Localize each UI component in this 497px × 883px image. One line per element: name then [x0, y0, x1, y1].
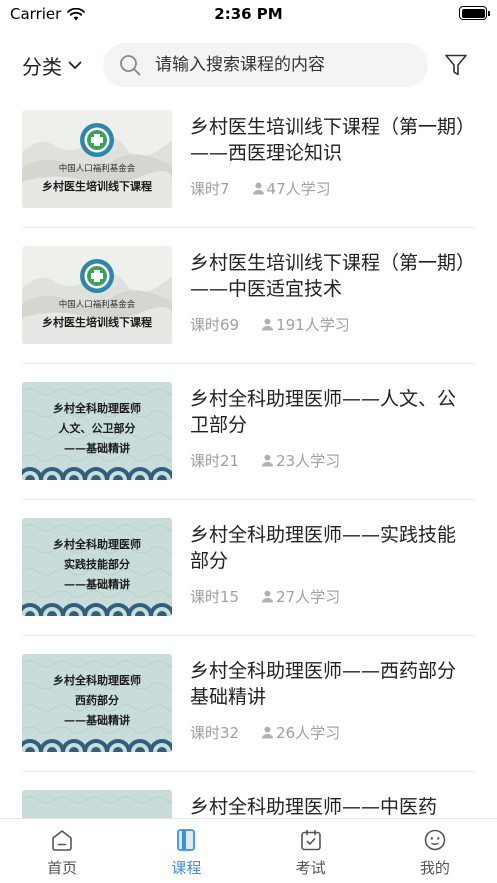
course-item[interactable]: 乡村全科助理医师——中医药 [22, 772, 475, 818]
course-thumbnail [22, 790, 172, 818]
tab-courses[interactable]: 课程 [124, 819, 248, 883]
chevron-down-icon [68, 61, 82, 69]
learner-count: 191人学习 [276, 316, 350, 334]
thumbnail-line2: 西药部分 [75, 693, 119, 707]
course-item[interactable]: 乡村全科助理医师 人文、公卫部分 ——基础精讲 乡村全科助理医师——人文、公卫部分 … [22, 364, 475, 500]
status-bar: Carrier 2:36 PM [0, 0, 497, 28]
thumbnail-line2: 人文、公卫部分 [59, 421, 136, 435]
course-thumbnail: 中国人口福利基金会乡村医生培训线下课程 [22, 246, 172, 344]
lesson-count: 课时21 [190, 452, 240, 470]
lesson-count: 课时32 [190, 724, 240, 742]
tab-home[interactable]: 首页 [0, 819, 124, 883]
course-thumbnail: 乡村全科助理医师 西药部分 ——基础精讲 [22, 654, 172, 752]
person-icon [262, 454, 274, 467]
thumbnail-line2: 乡村医生培训线下课程 [42, 315, 152, 329]
exam-calendar-icon [300, 829, 321, 851]
tab-label: 首页 [47, 859, 78, 877]
course-item[interactable]: 中国人口福利基金会乡村医生培训线下课程 乡村医生培训线下课程（第一期）——西医理… [22, 92, 475, 228]
course-item[interactable]: 乡村全科助理医师 实践技能部分 ——基础精讲 乡村全科助理医师——实践技能部分 课时… [22, 500, 475, 636]
course-meta: 课时69 191人学习 [190, 314, 350, 335]
learner-count: 47人学习 [266, 180, 331, 198]
person-icon [262, 318, 274, 331]
course-meta: 课时21 23人学习 [190, 450, 340, 471]
category-dropdown-button[interactable]: 分类 [22, 51, 82, 80]
category-label: 分类 [22, 55, 62, 79]
course-item[interactable]: 乡村全科助理医师 西药部分 ——基础精讲 乡村全科助理医师——西药部分基础精讲 课时… [22, 636, 475, 772]
thumbnail-line2: 实践技能部分 [64, 557, 130, 571]
course-title: 乡村医生培训线下课程（第一期）——中医适宜技术 [190, 252, 466, 300]
search-box[interactable] [103, 43, 428, 87]
course-item[interactable]: 中国人口福利基金会乡村医生培训线下课程 乡村医生培训线下课程（第一期）——中医适… [22, 228, 475, 364]
person-icon [262, 590, 274, 603]
learner-count: 23人学习 [276, 452, 341, 470]
course-meta: 课时15 27人学习 [190, 586, 340, 607]
course-title: 乡村全科助理医师——中医药 [190, 796, 438, 818]
search-icon [120, 55, 141, 76]
thumbnail-line3: ——基础精讲 [64, 713, 130, 727]
header: 分类 [0, 42, 497, 88]
course-list: 中国人口福利基金会 乡村医生培训线下课程 乡村医生培训线下课程（第一期）——西医理… [0, 92, 497, 818]
tab-bar: 首页 课程 考试 我的 [0, 818, 497, 883]
course-meta: 课时7 47人学习 [190, 178, 331, 199]
person-icon [252, 182, 264, 195]
course-thumbnail: 乡村全科助理医师 人文、公卫部分 ——基础精讲 [22, 382, 172, 480]
tab-label: 课程 [171, 859, 202, 877]
learner-count: 26人学习 [276, 724, 341, 742]
course-book-icon [177, 829, 196, 851]
course-title: 乡村全科助理医师——人文、公卫部分 [190, 388, 457, 436]
course-title: 乡村全科助理医师——西药部分基础精讲 [190, 660, 457, 708]
thumbnail-line3: ——基础精讲 [64, 441, 130, 455]
person-icon [262, 726, 274, 739]
lesson-count: 课时15 [190, 588, 240, 606]
home-icon [52, 830, 72, 851]
course-thumbnail: 中国人口福利基金会乡村医生培训线下课程 [22, 110, 172, 208]
thumbnail-line1: 乡村全科助理医师 [53, 673, 141, 687]
tab-label: 考试 [295, 859, 326, 877]
search-input[interactable] [155, 55, 405, 75]
clock: 2:36 PM [214, 5, 283, 23]
thumbnail-line2: 乡村医生培训线下课程 [42, 179, 152, 193]
thumbnail-line1: 中国人口福利基金会 [59, 163, 136, 174]
course-title: 乡村全科助理医师——实践技能部分 [190, 524, 457, 572]
course-thumbnail: 乡村全科助理医师 实践技能部分 ——基础精讲 [22, 518, 172, 616]
course-meta: 课时32 26人学习 [190, 722, 340, 743]
thumbnail-line1: 乡村全科助理医师 [53, 401, 141, 415]
lesson-count: 课时7 [190, 180, 230, 198]
lesson-count: 课时69 [190, 316, 240, 334]
tab-exam[interactable]: 考试 [249, 819, 373, 883]
thumbnail-line1: 乡村全科助理医师 [53, 537, 141, 551]
learner-count: 27人学习 [276, 588, 341, 606]
battery-icon [459, 6, 490, 20]
tab-profile[interactable]: 我的 [373, 819, 497, 883]
course-title: 乡村医生培训线下课程（第一期）——西医理论知识 [190, 116, 466, 164]
thumbnail-line1: 中国人口福利基金会 [59, 299, 136, 310]
thumbnail-line3: ——基础精讲 [64, 577, 130, 591]
profile-face-icon [424, 829, 446, 851]
tab-label: 我的 [419, 859, 450, 877]
filter-funnel-icon [445, 54, 467, 76]
filter-button[interactable] [444, 53, 468, 77]
